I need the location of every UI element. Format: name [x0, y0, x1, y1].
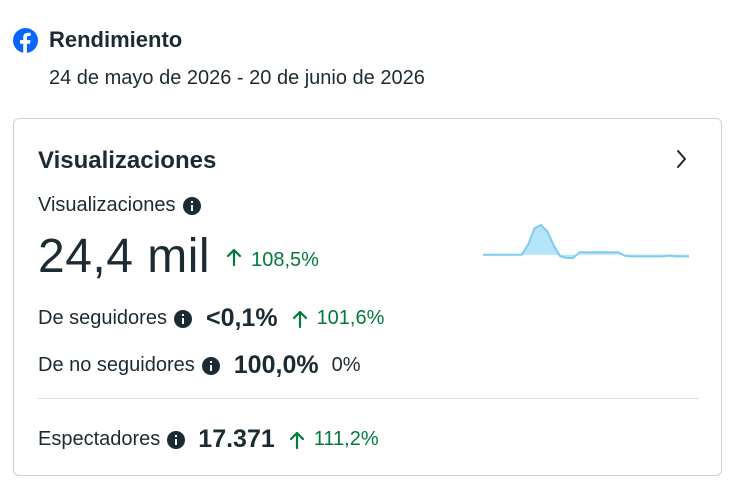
viewers-value: 17.371 — [198, 425, 275, 453]
views-card: Visualizaciones Visualizaciones 24,4 mil… — [13, 118, 722, 476]
followers-value: <0,1% — [205, 304, 278, 332]
followers-row: De seguidores <0,1% 101,6% — [38, 304, 384, 333]
views-value: 24,4 mil — [38, 230, 211, 283]
card-title: Visualizaciones — [38, 147, 217, 174]
non-followers-change: 0% — [331, 354, 361, 376]
arrow-up-icon — [289, 430, 305, 450]
views-label-row: Visualizaciones — [38, 194, 201, 217]
non-followers-value: 100,0% — [233, 351, 319, 379]
followers-label: De seguidores — [38, 307, 167, 329]
info-icon[interactable] — [167, 430, 186, 449]
chevron-right-icon[interactable] — [672, 149, 692, 169]
arrow-up-icon — [226, 247, 242, 267]
sparkline-line — [483, 223, 689, 259]
arrow-up-icon — [292, 309, 308, 329]
non-followers-label: De no seguidores — [38, 354, 195, 376]
views-change: 108,5% — [251, 249, 319, 271]
facebook-icon — [13, 27, 38, 53]
viewers-label: Espectadores — [38, 428, 161, 450]
non-followers-row: De no seguidores 100,0% 0% — [38, 351, 360, 380]
divider — [38, 398, 699, 399]
views-value-row: 24,4 mil 108,5% — [38, 229, 319, 284]
info-icon[interactable] — [173, 309, 192, 328]
date-range: 24 de mayo de 2026 - 20 de junio de 2026 — [49, 67, 425, 89]
viewers-row: Espectadores 17.371 111,2% — [38, 425, 379, 454]
info-icon[interactable] — [201, 356, 220, 375]
viewers-change: 111,2% — [313, 428, 379, 450]
views-sparkline — [483, 223, 689, 259]
views-label: Visualizaciones — [38, 194, 176, 216]
performance-header: Rendimiento — [13, 27, 182, 53]
page-title: Rendimiento — [49, 27, 183, 52]
followers-change: 101,6% — [316, 307, 385, 329]
info-icon[interactable] — [182, 196, 201, 215]
